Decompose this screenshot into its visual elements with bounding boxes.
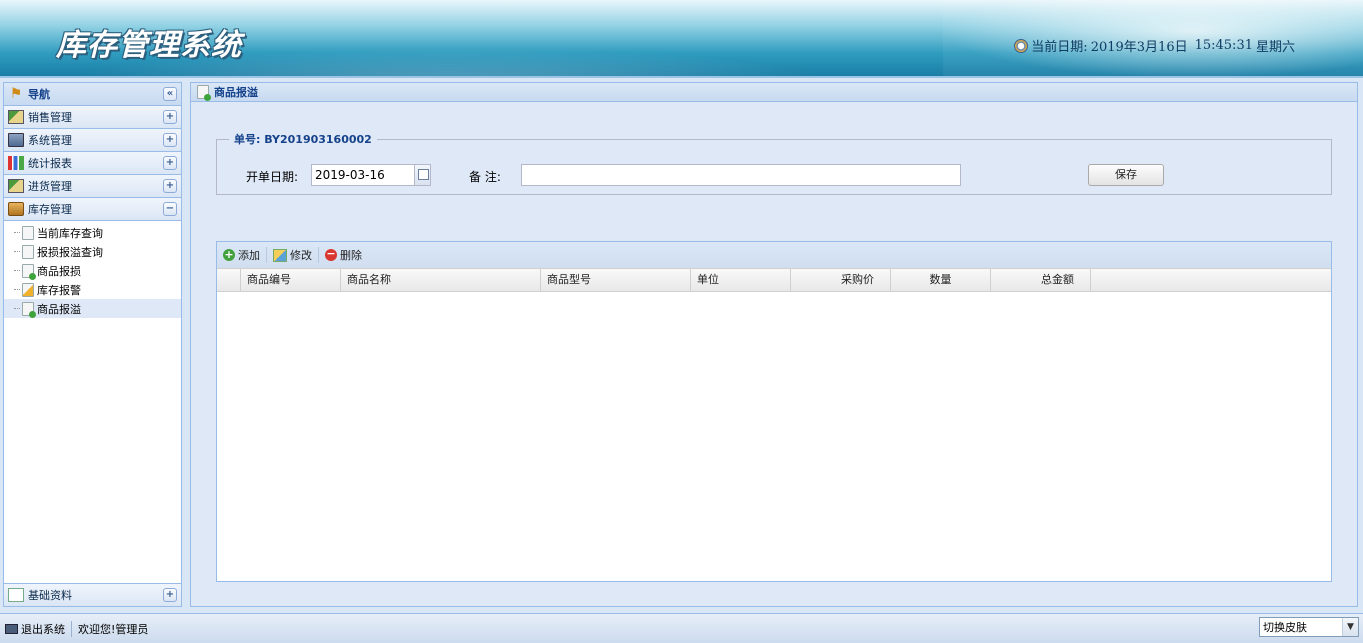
add-button[interactable]: + 添加	[223, 247, 267, 263]
date-label: 当前日期:	[1031, 40, 1088, 55]
grid-toolbar: + 添加 修改 − 删除	[217, 242, 1331, 268]
nav-section-reports[interactable]: 统计报表 +	[4, 152, 181, 175]
edit-icon	[273, 248, 287, 262]
column-header-total-amount[interactable]: 总金额	[991, 269, 1091, 292]
expand-icon[interactable]: +	[163, 133, 177, 147]
main-panel-title: 商品报溢	[214, 86, 258, 99]
nav-panel: ⚑ 导航 « 销售管理 + 系统管理 + 统计报表 + 进货管理 + 库存管理 …	[3, 82, 182, 607]
header-banner: 库存管理系统 当前日期: 2019年3月16日 15:45:31 星期六	[0, 0, 1363, 78]
monitor-icon	[5, 623, 18, 634]
current-date: 当前日期: 2019年3月16日 15:45:31 星期六	[1014, 36, 1295, 55]
nav-section-label: 进货管理	[28, 180, 72, 193]
nav-section-system[interactable]: 系统管理 +	[4, 129, 181, 152]
edit-label: 修改	[290, 249, 312, 262]
expand-icon[interactable]: +	[163, 156, 177, 170]
document-icon	[22, 225, 34, 240]
signpost-icon: ⚑	[9, 86, 23, 102]
date-field-label: 开单日期:	[246, 170, 299, 184]
column-header-product-model[interactable]: 商品型号	[541, 269, 691, 292]
column-header-purchase-price[interactable]: 采购价	[791, 269, 891, 292]
welcome-text: 欢迎您!管理员	[78, 622, 149, 636]
main-panel: 商品报溢 单号: BY201903160002 开单日期: 备 注: 保存 + …	[190, 82, 1358, 607]
grid-header-row: 商品编号 商品名称 商品型号 单位 采购价 数量 总金额	[217, 268, 1331, 292]
expand-icon[interactable]: +	[163, 588, 177, 602]
items-grid: + 添加 修改 − 删除 商品编号 商品名称 商品型号 单位 采购价 数量 总金…	[216, 241, 1332, 582]
column-header-product-code[interactable]: 商品编号	[241, 269, 341, 292]
column-header-quantity[interactable]: 数量	[891, 269, 991, 292]
chevron-down-icon[interactable]: ▼	[1342, 618, 1358, 636]
nav-section-purchase[interactable]: 进货管理 +	[4, 175, 181, 198]
delete-label: 删除	[340, 249, 362, 262]
nav-section-label: 库存管理	[28, 203, 72, 216]
status-bar: 退出系统 欢迎您!管理员 切换皮肤 ▼	[0, 613, 1363, 643]
grid-body	[217, 292, 1331, 581]
app-title: 库存管理系统	[56, 28, 242, 63]
order-date-field[interactable]	[311, 164, 415, 186]
tree-item-label: 商品报损	[37, 264, 81, 278]
tree-item-product-loss[interactable]: 商品报损	[4, 261, 181, 280]
tree-item-product-overflow[interactable]: 商品报溢	[4, 299, 181, 318]
nav-section-inventory[interactable]: 库存管理 −	[4, 198, 181, 221]
weekday-value: 星期六	[1255, 40, 1295, 55]
column-header-product-name[interactable]: 商品名称	[341, 269, 541, 292]
base-data-icon	[8, 588, 24, 602]
expand-icon[interactable]: +	[163, 110, 177, 124]
inventory-icon	[8, 202, 24, 216]
column-header-rownum	[217, 269, 241, 292]
sales-icon	[8, 110, 24, 124]
chart-icon	[8, 156, 24, 170]
document-plus-icon	[197, 85, 211, 101]
nav-section-base-data[interactable]: 基础资料 +	[4, 583, 181, 606]
skin-select[interactable]: 切换皮肤 ▼	[1259, 617, 1359, 637]
warning-icon	[22, 282, 34, 297]
remark-field-label: 备 注:	[469, 170, 501, 184]
nav-section-sales[interactable]: 销售管理 +	[4, 106, 181, 129]
clock-icon	[1014, 38, 1029, 53]
tree-item-label: 报损报溢查询	[37, 245, 103, 259]
collapse-nav-button[interactable]: «	[163, 87, 177, 101]
tree-item-label: 商品报溢	[37, 302, 81, 316]
add-label: 添加	[238, 249, 260, 262]
order-form: 单号: BY201903160002 开单日期: 备 注: 保存	[216, 131, 1332, 195]
document-minus-icon	[22, 263, 36, 280]
tree-item-label: 当前库存查询	[37, 226, 103, 240]
remark-field[interactable]	[521, 164, 961, 186]
document-plus-icon	[22, 301, 36, 318]
expand-icon[interactable]: +	[163, 179, 177, 193]
divider	[71, 620, 72, 637]
logout-link[interactable]: 退出系统	[21, 621, 65, 637]
nav-section-label: 基础资料	[28, 589, 72, 602]
nav-title: 导航	[28, 88, 50, 101]
date-value: 2019年3月16日	[1090, 40, 1188, 55]
document-search-icon	[22, 244, 34, 259]
tree-item-current-stock[interactable]: 当前库存查询	[4, 223, 181, 242]
nav-section-label: 系统管理	[28, 134, 72, 147]
order-number: 单号: BY201903160002	[234, 133, 372, 146]
time-value: 15:45:31	[1194, 38, 1253, 53]
nav-header: ⚑ 导航 «	[4, 83, 181, 106]
tree-item-stock-alarm[interactable]: 库存报警	[4, 280, 181, 299]
column-header-unit[interactable]: 单位	[691, 269, 791, 292]
tree-item-label: 库存报警	[37, 283, 81, 297]
tree-item-loss-overflow-query[interactable]: 报损报溢查询	[4, 242, 181, 261]
delete-button[interactable]: − 删除	[325, 247, 368, 263]
save-button[interactable]: 保存	[1088, 164, 1164, 186]
add-icon: +	[223, 248, 235, 261]
delete-icon: −	[325, 247, 337, 261]
main-panel-header: 商品报溢	[191, 83, 1357, 102]
calendar-icon[interactable]	[414, 164, 431, 186]
nav-section-label: 统计报表	[28, 157, 72, 170]
edit-button[interactable]: 修改	[273, 247, 319, 263]
purchase-icon	[8, 179, 24, 193]
collapse-icon[interactable]: −	[163, 202, 177, 216]
skin-select-value: 切换皮肤	[1263, 621, 1307, 634]
nav-section-label: 销售管理	[28, 111, 72, 124]
inventory-tree: 当前库存查询 报损报溢查询 商品报损 库存报警 商品报溢	[4, 221, 181, 318]
system-icon	[8, 133, 24, 147]
